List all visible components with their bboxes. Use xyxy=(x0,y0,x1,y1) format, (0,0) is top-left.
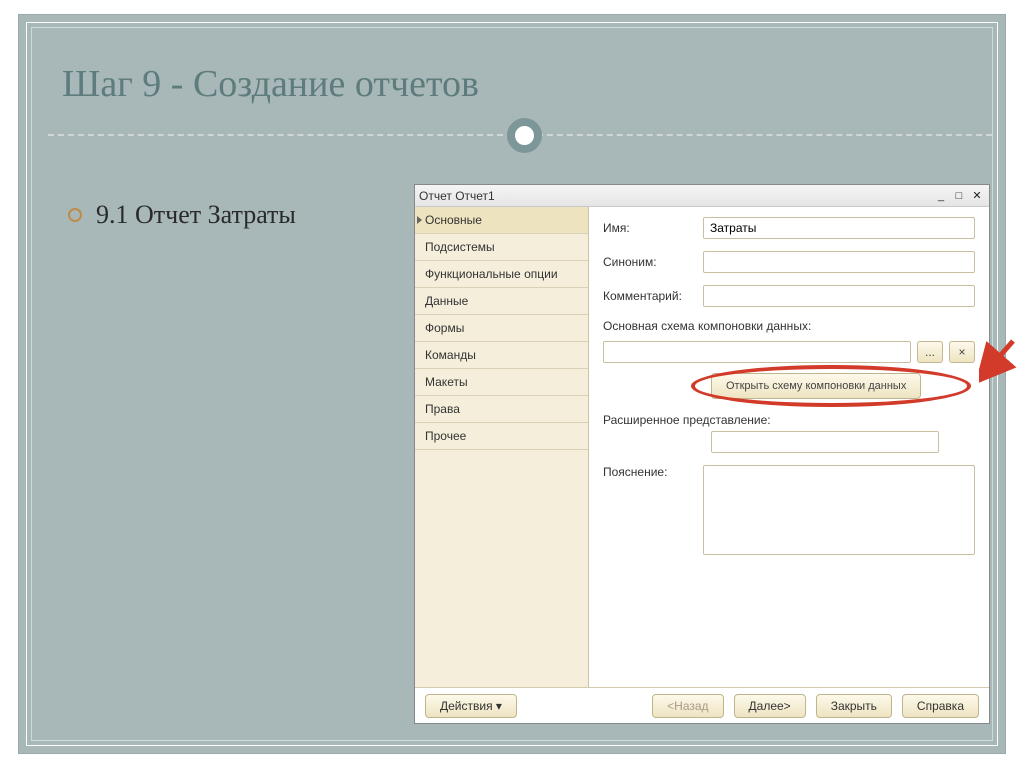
sidebar-item-8[interactable]: Прочее xyxy=(415,423,588,450)
actions-button-label: Действия xyxy=(440,699,493,713)
sidebar-item-2[interactable]: Функциональные опции xyxy=(415,261,588,288)
sidebar-item-0[interactable]: Основные xyxy=(415,207,588,234)
circle-decoration xyxy=(507,118,542,153)
sidebar-item-1[interactable]: Подсистемы xyxy=(415,234,588,261)
extended-label: Расширенное представление: xyxy=(603,413,975,427)
report-window: Отчет Отчет1 _ □ ✕ ОсновныеПодсистемыФун… xyxy=(414,184,990,724)
back-button[interactable]: <Назад xyxy=(652,694,723,718)
extended-input[interactable] xyxy=(711,431,939,453)
form-area: Имя: Синоним: Комментарий: Основная схем… xyxy=(589,207,989,687)
maximize-icon[interactable]: □ xyxy=(951,189,967,203)
comment-input[interactable] xyxy=(703,285,975,307)
synonym-input[interactable] xyxy=(703,251,975,273)
actions-button[interactable]: Действия ▾ xyxy=(425,694,517,718)
close-window-icon[interactable]: ✕ xyxy=(969,189,985,203)
bullet-icon xyxy=(68,208,82,222)
sidebar-item-3[interactable]: Данные xyxy=(415,288,588,315)
explain-textarea[interactable] xyxy=(703,465,975,555)
window-title: Отчет Отчет1 xyxy=(419,189,495,203)
schema-input[interactable] xyxy=(603,341,911,363)
explain-label: Пояснение: xyxy=(603,465,695,479)
slide-subtitle: 9.1 Отчет Затраты xyxy=(96,200,296,230)
comment-label: Комментарий: xyxy=(603,289,703,303)
chevron-down-icon: ▾ xyxy=(496,699,502,713)
next-button[interactable]: Далее> xyxy=(734,694,806,718)
sidebar: ОсновныеПодсистемыФункциональные опцииДа… xyxy=(415,207,589,687)
schema-ellipsis-button[interactable]: ... xyxy=(917,341,943,363)
name-label: Имя: xyxy=(603,221,703,235)
open-schema-button[interactable]: Открыть схему компоновки данных xyxy=(711,373,921,399)
schema-clear-button[interactable]: × xyxy=(949,341,975,363)
slide-title: Шаг 9 - Создание отчетов xyxy=(62,62,479,106)
arrow-annotation-icon xyxy=(979,339,1019,383)
titlebar: Отчет Отчет1 _ □ ✕ xyxy=(415,185,989,207)
close-button[interactable]: Закрыть xyxy=(816,694,892,718)
sidebar-item-4[interactable]: Формы xyxy=(415,315,588,342)
sidebar-item-7[interactable]: Права xyxy=(415,396,588,423)
schema-section-label: Основная схема компоновки данных: xyxy=(603,319,975,333)
synonym-label: Синоним: xyxy=(603,255,703,269)
name-input[interactable] xyxy=(703,217,975,239)
minimize-icon[interactable]: _ xyxy=(933,189,949,203)
sidebar-item-6[interactable]: Макеты xyxy=(415,369,588,396)
help-button[interactable]: Справка xyxy=(902,694,979,718)
sidebar-item-5[interactable]: Команды xyxy=(415,342,588,369)
